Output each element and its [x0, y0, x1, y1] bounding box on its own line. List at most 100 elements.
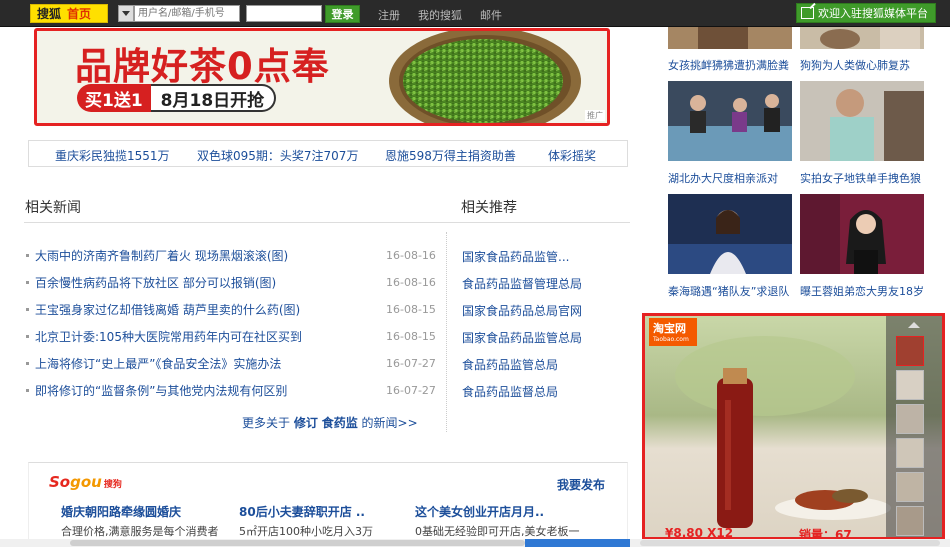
lottery-link-4[interactable]: 体彩摇奖	[548, 147, 596, 164]
chevron-up-icon[interactable]	[908, 322, 920, 328]
promo-date: 8月18日开抢	[150, 84, 277, 112]
photo-caption[interactable]: 曝王蓉姐弟恋大男友18岁	[800, 283, 930, 299]
tea-banner-ad[interactable]: 品牌好茶0点奉 买1送1 8月18日开抢 推广	[34, 28, 610, 126]
promo-buy-one-get-one: 买1送1	[77, 84, 151, 112]
photo-thumbnail[interactable]	[800, 194, 924, 274]
news-title[interactable]: 大雨中的济南齐鲁制药厂着火 现场黑烟滚滚(图)	[35, 247, 386, 264]
media-platform-button[interactable]: 欢迎入驻搜狐媒体平台	[796, 3, 936, 23]
tea-basket-image	[389, 31, 581, 123]
related-news-heading: 相关新闻	[25, 200, 81, 216]
taobao-product-ad[interactable]: 淘宝网 Taobao.com ¥8.80 X12 销量：67	[642, 313, 945, 540]
recommend-link[interactable]: 国家食品药品监管总局	[462, 329, 632, 349]
recommend-link[interactable]: 食品药品监管总局	[462, 356, 632, 376]
photo-caption[interactable]: 秦海璐遇“猪队友”求退队	[668, 283, 798, 299]
username-input[interactable]	[134, 5, 240, 22]
bullet	[26, 280, 29, 284]
news-date: 16-07-27	[386, 383, 436, 397]
news-item[interactable]: 百余慢性病药品将下放社区 部分可以报销(图) 16-08-16	[26, 272, 436, 292]
news-item[interactable]: 大雨中的济南齐鲁制药厂着火 现场黑烟滚滚(图) 16-08-16	[26, 245, 436, 265]
product-thumbnail[interactable]	[896, 472, 924, 502]
sogou-ad-desc: 合理价格,满意服务是每个消费者	[61, 525, 219, 538]
photo-thumbnail[interactable]	[668, 81, 792, 161]
photo-thumbnail[interactable]	[800, 81, 924, 161]
news-item[interactable]: 王宝强身家过亿却借钱离婚 葫芦里卖的什么药(图) 16-08-15	[26, 299, 436, 319]
lottery-links-bar: 重庆彩民独揽1551万 双色球095期：头奖7注707万 恩施598万得主捐资助…	[28, 140, 628, 167]
product-thumbnail[interactable]	[896, 506, 924, 536]
product-price: ¥8.80 X12	[665, 526, 734, 540]
product-thumbnail[interactable]	[896, 370, 924, 400]
mail-link[interactable]: 邮件	[480, 7, 502, 23]
sogou-ad-title[interactable]: 婚庆朝阳路牵缘圆婚庆	[61, 503, 181, 520]
horizontal-scrollbar[interactable]	[0, 539, 950, 547]
scrollbar-highlight	[525, 539, 630, 547]
sogou-logo[interactable]: Sogou 搜狗	[49, 473, 122, 491]
news-title[interactable]: 百余慢性病药品将下放社区 部分可以报销(图)	[35, 274, 386, 291]
photo-thumbnail[interactable]	[668, 194, 792, 274]
more-news-link[interactable]: 更多关于 修订 食药监 的新闻>>	[242, 414, 418, 431]
sogou-ad-desc: 0基础无经验即可开店,美女老板一	[415, 525, 580, 538]
bullet	[26, 334, 29, 338]
photo-thumbnail[interactable]	[800, 27, 924, 49]
taobao-logo: 淘宝网 Taobao.com	[649, 318, 697, 346]
my-sohu-link[interactable]: 我的搜狐	[418, 7, 462, 23]
news-date: 16-08-16	[386, 248, 436, 262]
home-link[interactable]: 首页	[61, 5, 91, 22]
scrollbar-track-segment	[640, 540, 940, 546]
more-suffix: 的新闻>>	[361, 416, 418, 430]
photo-thumbnail[interactable]	[668, 27, 792, 49]
media-platform-label: 欢迎入驻搜狐媒体平台	[818, 7, 928, 20]
news-title[interactable]: 北京卫计委:105种大医院常用药年内可在社区买到	[35, 328, 386, 345]
more-keyword-1: 修订	[293, 416, 318, 430]
recommend-link[interactable]: 食品药品监督总局	[462, 383, 632, 403]
product-thumbnail[interactable]	[896, 404, 924, 434]
sogou-ad-title[interactable]: 80后小夫妻辞职开店 ..	[239, 503, 365, 520]
photo-image	[668, 194, 792, 274]
taobao-logo-sub: Taobao.com	[653, 336, 689, 343]
product-thumbnail[interactable]	[896, 336, 924, 366]
more-prefix: 更多关于	[242, 416, 291, 430]
scrollbar-thumb[interactable]	[70, 540, 525, 546]
photo-caption[interactable]: 湖北办大尺度相亲派对	[668, 170, 798, 186]
photo-caption[interactable]: 狗狗为人类做心肺复苏	[800, 57, 930, 73]
banner-title: 品牌好茶0点奉	[75, 45, 330, 88]
news-item[interactable]: 上海将修订“史上最严”《食品安全法》实施办法 16-07-27	[26, 353, 436, 373]
photo-caption[interactable]: 实拍女子地铁单手拽色狼	[800, 170, 930, 186]
news-title[interactable]: 上海将修订“史上最严”《食品安全法》实施办法	[35, 355, 386, 372]
photo-image	[668, 81, 792, 161]
news-title[interactable]: 王宝强身家过亿却借钱离婚 葫芦里卖的什么药(图)	[35, 301, 386, 318]
taobao-logo-text: 淘宝网	[653, 322, 686, 335]
news-date: 16-08-16	[386, 275, 436, 289]
password-input[interactable]	[246, 5, 322, 22]
bullet	[26, 388, 29, 392]
register-link[interactable]: 注册	[378, 7, 400, 23]
logo-brand: 搜狐	[37, 7, 62, 21]
news-item[interactable]: 北京卫计委:105种大医院常用药年内可在社区买到 16-08-15	[26, 326, 436, 346]
recommend-link[interactable]: 国家食品药品总局官网	[462, 302, 632, 322]
recommend-link[interactable]: 国家食品药品监管...	[462, 248, 632, 268]
column-divider	[446, 232, 447, 432]
section-divider	[24, 222, 630, 223]
photo-caption[interactable]: 女孩挑衅狒狒遭扔满脸粪	[668, 57, 798, 73]
account-type-dropdown[interactable]	[118, 5, 134, 22]
top-navigation-bar: 搜狐 首页 登录 注册 我的搜狐 邮件 欢迎入驻搜狐媒体平台	[0, 0, 950, 27]
lottery-link-1[interactable]: 重庆彩民独揽1551万	[55, 147, 170, 164]
photo-image	[800, 194, 924, 274]
chevron-down-icon	[122, 11, 130, 16]
news-date: 16-08-15	[386, 302, 436, 316]
publish-ad-link[interactable]: 我要发布	[557, 476, 605, 493]
sogou-ad-desc: 5㎡开店100种小吃月入3万	[239, 525, 373, 538]
thumbnail-strip	[886, 316, 942, 537]
recommend-link[interactable]: 食品药品监督管理总局	[462, 275, 632, 295]
news-date: 16-07-27	[386, 356, 436, 370]
news-item[interactable]: 即将修订的“监督条例”与其他党内法规有何区别 16-07-27	[26, 380, 436, 400]
photo-image	[800, 81, 924, 161]
sogou-ad-title[interactable]: 这个美女创业开店月月..	[415, 503, 544, 520]
lottery-link-3[interactable]: 恩施598万得主捐资助善	[385, 147, 516, 164]
lottery-link-2[interactable]: 双色球095期：头奖7注707万	[197, 147, 358, 164]
sohu-logo[interactable]: 搜狐 首页	[30, 4, 108, 23]
ad-tag: 推广	[585, 110, 605, 121]
login-button[interactable]: 登录	[325, 5, 360, 23]
logo-part-1: So	[49, 473, 71, 491]
product-thumbnail[interactable]	[896, 438, 924, 468]
news-title[interactable]: 即将修订的“监督条例”与其他党内法规有何区别	[35, 382, 386, 399]
